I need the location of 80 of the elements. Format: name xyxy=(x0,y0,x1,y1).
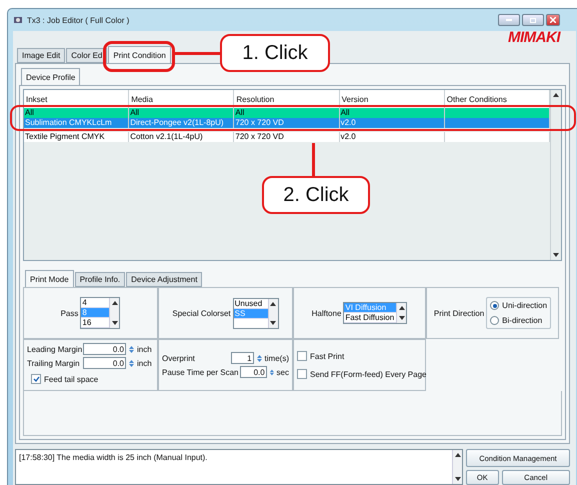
app-icon xyxy=(13,15,23,25)
tab[interactable]: Device Adjustment xyxy=(126,272,202,287)
unit-label: sec xyxy=(276,368,289,376)
number-field[interactable]: 1 xyxy=(230,352,254,364)
leader-line xyxy=(175,52,220,55)
radio-button[interactable] xyxy=(490,301,500,310)
scroll-down-icon[interactable] xyxy=(553,253,559,257)
checkbox-option[interactable]: Feed tail space xyxy=(31,374,98,384)
window-title: Tx3 : Job Editor ( Full Color ) xyxy=(27,16,130,24)
list-item[interactable]: Fast Diffusion xyxy=(344,313,396,323)
field-label: Special Colorset xyxy=(172,308,231,318)
close-button[interactable] xyxy=(546,14,560,26)
unit-label: inch xyxy=(137,344,152,354)
field-label: Leading Margin xyxy=(27,344,81,354)
table-row[interactable]: All All All All xyxy=(24,108,550,118)
list-item[interactable]: 4 xyxy=(81,298,110,308)
spinner-icon[interactable] xyxy=(128,344,135,354)
maximize-icon xyxy=(530,18,536,22)
scroll-down-icon[interactable] xyxy=(270,320,276,324)
table-cell: v2.0 xyxy=(340,132,445,142)
tab[interactable]: Profile Info. xyxy=(74,272,126,287)
unit-label: time(s) xyxy=(264,354,289,362)
number-field[interactable]: 0.0 xyxy=(83,357,126,369)
list-item[interactable]: 16 xyxy=(81,318,110,328)
list-box[interactable]: 4 8 16 xyxy=(80,297,120,329)
scroll-up-icon[interactable] xyxy=(454,453,460,457)
radio-option[interactable]: Bi-direction xyxy=(490,316,548,325)
list-box[interactable]: Unused SS xyxy=(232,298,279,328)
checkbox[interactable] xyxy=(297,351,307,361)
checkbox-option[interactable]: Send FF(Form-feed) Every Page xyxy=(297,369,426,379)
spinner-icon[interactable] xyxy=(128,358,135,368)
number-field[interactable]: 0.0 xyxy=(240,366,267,378)
table-cell: 720 x 720 VD xyxy=(234,118,340,128)
table-cell: Sublimation CMYKLcLm xyxy=(24,118,130,128)
table-cell: All xyxy=(129,108,234,118)
field-label: Trailing Margin xyxy=(27,358,81,368)
table-cell: All xyxy=(234,108,340,118)
maximize-button[interactable] xyxy=(522,14,544,26)
callout-bubble: 2. Click xyxy=(262,176,370,214)
number-field[interactable]: 0.0 xyxy=(83,343,126,355)
tab[interactable]: Print Condition xyxy=(108,46,171,63)
scroll-up-icon[interactable] xyxy=(270,302,276,306)
table-cell: Cotton v2.1(1L-4pU) xyxy=(129,132,234,142)
table-cell: v2.0 xyxy=(340,118,445,128)
table-cell: 720 x 720 VD xyxy=(234,132,340,142)
table-row[interactable]: Textile Pigment CMYK Cotton v2.1(1L-4pU) 720 x 720 VD v2.0 xyxy=(24,132,550,142)
tab[interactable]: Color Ed xyxy=(66,48,108,63)
list-item[interactable]: Unused xyxy=(234,298,268,308)
scroll-down-icon[interactable] xyxy=(454,477,460,481)
radio-button[interactable] xyxy=(490,316,500,325)
tab[interactable]: Print Mode xyxy=(25,270,74,287)
field-label: Pause Time per Scan xyxy=(162,368,238,376)
field-label: Print Direction xyxy=(434,308,484,318)
close-icon xyxy=(550,17,556,23)
field-label: Halftone xyxy=(312,308,342,318)
checkbox[interactable] xyxy=(31,374,41,384)
leader-line xyxy=(312,143,315,176)
brand-logo: MIMAKI xyxy=(508,31,560,45)
table-cell: All xyxy=(24,108,130,118)
table-cell: All xyxy=(340,108,445,118)
checkbox-option[interactable]: Fast Print xyxy=(297,351,344,361)
unit-label: inch xyxy=(137,358,152,368)
checkbox[interactable] xyxy=(297,369,307,379)
scroll-down-icon[interactable] xyxy=(398,316,405,320)
tab[interactable]: Device Profile xyxy=(21,68,80,85)
log-message: [17:58:30] The media width is 25 inch (Manual Input). xyxy=(18,452,208,464)
scroll-up-icon[interactable] xyxy=(398,306,405,310)
scroll-down-icon[interactable] xyxy=(112,321,118,325)
callout-bubble: 1. Click xyxy=(220,34,330,72)
radio-option[interactable]: Uni-direction xyxy=(490,301,548,310)
table-cell: Direct-Pongee v2(1L-8pU) xyxy=(129,118,234,128)
callout-ring xyxy=(103,41,175,72)
tab[interactable]: Image Edit xyxy=(17,48,66,63)
table-cell: Textile Pigment CMYK xyxy=(24,132,130,142)
scroll-up-icon[interactable] xyxy=(553,93,559,97)
field-label: Pass xyxy=(60,308,78,318)
field-label: Overprint xyxy=(162,354,195,362)
scroll-up-icon[interactable] xyxy=(112,301,118,305)
minimize-button[interactable] xyxy=(498,14,520,26)
list-box[interactable]: VI Diffusion Fast Diffusion xyxy=(343,302,408,324)
